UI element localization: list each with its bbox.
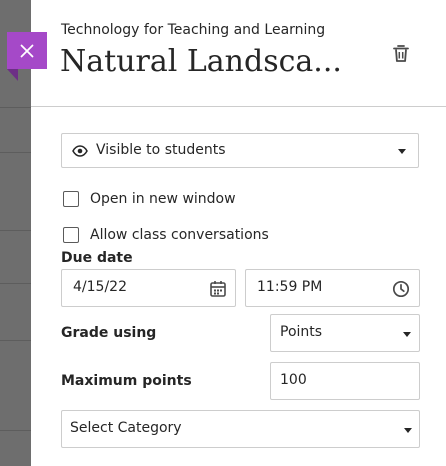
class-conversations-label[interactable]: Allow class conversations	[90, 227, 269, 243]
due-time-input[interactable]: 11:59 PM	[245, 269, 420, 307]
due-date-label: Due date	[61, 250, 133, 266]
grade-using-dropdown[interactable]: Points	[270, 314, 420, 352]
due-date-value: 4/15/22	[73, 279, 127, 295]
grade-using-value: Points	[280, 324, 323, 340]
class-conversations-option[interactable]: Allow class conversations	[63, 227, 269, 243]
close-icon	[20, 44, 34, 57]
chevron-down-icon	[403, 332, 411, 337]
panel-header: Technology for Teaching and Learning Nat…	[31, 0, 446, 107]
maximum-points-label: Maximum points	[61, 373, 192, 389]
eye-icon	[72, 145, 88, 157]
class-conversations-checkbox[interactable]	[63, 227, 79, 243]
open-new-window-option[interactable]: Open in new window	[63, 191, 236, 207]
delete-button[interactable]	[389, 42, 413, 66]
visibility-dropdown[interactable]: Visible to students	[61, 133, 419, 168]
backdrop-divider	[0, 340, 31, 341]
backdrop-divider	[0, 430, 31, 431]
due-time-value: 11:59 PM	[257, 279, 323, 295]
maximum-points-input[interactable]: 100	[270, 362, 420, 400]
trash-icon	[393, 45, 409, 62]
chevron-down-icon	[404, 428, 412, 433]
close-panel-button[interactable]	[7, 32, 47, 81]
backdrop-divider	[0, 283, 31, 284]
backdrop-divider	[0, 107, 31, 108]
page-title: Natural Landsca...	[60, 44, 342, 79]
category-dropdown[interactable]: Select Category	[61, 410, 420, 448]
calendar-icon[interactable]	[209, 280, 227, 298]
chevron-down-icon	[398, 149, 406, 154]
maximum-points-value: 100	[280, 372, 307, 388]
clock-icon[interactable]	[392, 280, 410, 298]
category-value: Select Category	[70, 420, 182, 436]
backdrop-divider	[0, 230, 31, 231]
visibility-value: Visible to students	[96, 142, 226, 158]
open-new-window-checkbox[interactable]	[63, 191, 79, 207]
grade-using-label: Grade using	[61, 325, 157, 341]
due-date-input[interactable]: 4/15/22	[61, 269, 236, 307]
settings-panel: Technology for Teaching and Learning Nat…	[31, 0, 446, 466]
backdrop-divider	[0, 152, 31, 153]
course-name: Technology for Teaching and Learning	[61, 22, 326, 38]
open-new-window-label[interactable]: Open in new window	[90, 191, 236, 207]
